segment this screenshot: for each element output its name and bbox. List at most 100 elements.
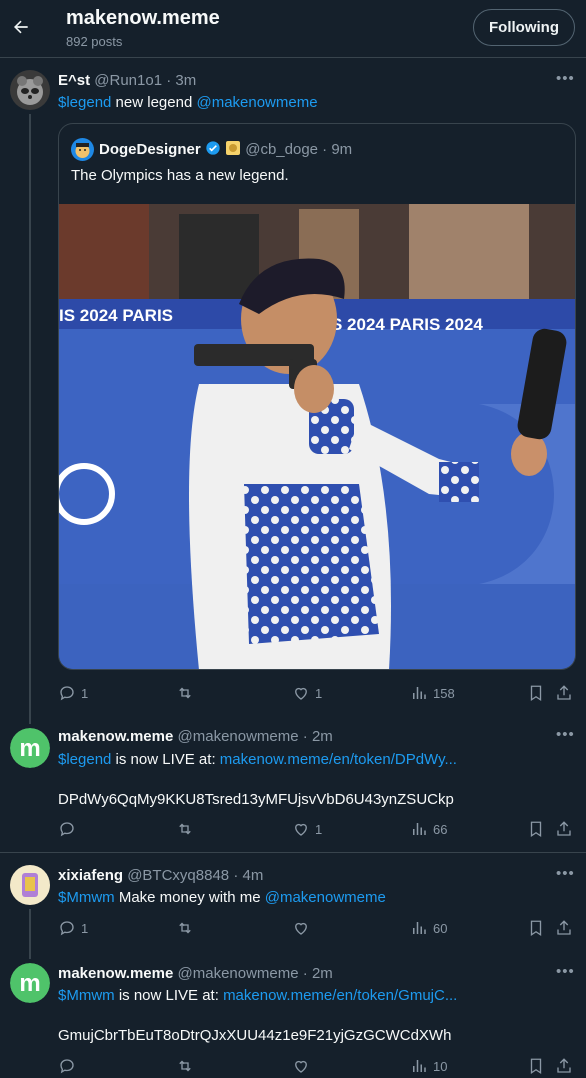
banner-text: IS 2024 PARIS — [59, 306, 173, 325]
like-count: 1 — [315, 821, 323, 837]
quoted-tweet-image[interactable]: IS 2024 PARIS RIS 2024 PARIS 2024 — [59, 204, 575, 669]
view-count: 10 — [433, 1058, 448, 1074]
avatar[interactable] — [10, 865, 50, 905]
avatar[interactable] — [71, 138, 94, 161]
reply-button[interactable]: 1 — [58, 684, 88, 702]
tweet[interactable]: m makenow.meme @makenowmeme · 2m ••• $Mm… — [0, 955, 586, 1078]
view-count: 66 — [433, 821, 448, 837]
mention-link[interactable]: @makenowmeme — [265, 889, 386, 906]
reply-button[interactable] — [58, 820, 76, 838]
thread-line — [29, 909, 31, 959]
cashtag-link[interactable]: $legend — [58, 94, 111, 111]
tweet-header: makenow.meme @makenowmeme · 2m — [58, 965, 333, 982]
views-icon — [413, 687, 426, 699]
tweet[interactable]: xixiafeng @BTCxyq8848 · 4m ••• $Mmwm Mak… — [0, 853, 586, 959]
like-button[interactable] — [292, 1057, 310, 1075]
avatar[interactable]: m — [10, 728, 50, 768]
like-button[interactable]: 1 — [292, 684, 322, 702]
views-button[interactable]: 158 — [410, 684, 455, 702]
repost-button[interactable] — [176, 820, 194, 838]
reply-icon — [60, 921, 74, 936]
bookmark-button[interactable] — [527, 1057, 545, 1075]
more-options-button[interactable]: ••• — [556, 726, 575, 743]
quoted-tweet[interactable]: DogeDesigner @cb_doge · 9m The Olympics … — [58, 123, 576, 670]
bookmark-button[interactable] — [527, 684, 545, 702]
share-button[interactable] — [555, 919, 573, 937]
timestamp[interactable]: · 9m — [322, 141, 352, 158]
tweet-text: $Mmwm Make money with me @makenowmeme — [58, 889, 386, 906]
handle[interactable]: @Run1o1 — [94, 72, 162, 89]
share-button[interactable] — [555, 820, 573, 838]
handle[interactable]: @BTCxyq8848 — [127, 867, 229, 884]
banner-text: RIS 2024 PARIS 2024 — [314, 315, 483, 334]
tweet-text-body: Make money with me — [114, 889, 265, 906]
cashtag-link[interactable]: $Mmwm — [58, 889, 115, 906]
like-count: 1 — [315, 685, 323, 701]
repost-icon — [179, 687, 191, 699]
reply-count: 1 — [81, 920, 89, 936]
views-button[interactable]: 10 — [410, 1057, 447, 1075]
avatar[interactable] — [10, 70, 50, 110]
handle[interactable]: @makenowmeme — [178, 728, 299, 745]
more-options-button[interactable]: ••• — [556, 70, 575, 87]
tweet-header: E^st @Run1o1 · 3m — [58, 72, 196, 89]
token-address: GmujCbrTbEuT8oDtrQJxXUU44z1e9F21yjGzGCWC… — [58, 1027, 452, 1044]
tweet-header: makenow.meme @makenowmeme · 2m — [58, 728, 333, 745]
top-bar: makenow.meme 892 posts Following — [0, 0, 586, 58]
display-name[interactable]: makenow.meme — [58, 728, 173, 745]
tweet[interactable]: m makenow.meme @makenowmeme · 2m ••• $le… — [0, 718, 586, 853]
reply-button[interactable] — [58, 1057, 76, 1075]
handle[interactable]: @cb_doge — [245, 141, 318, 158]
view-count: 60 — [433, 920, 448, 936]
olympic-shooter-photo: IS 2024 PARIS RIS 2024 PARIS 2024 — [59, 204, 575, 669]
tweet-text: $legend new legend @makenowmeme — [58, 94, 318, 111]
reply-button[interactable]: 1 — [58, 919, 88, 937]
cashtag-link[interactable]: $legend — [58, 751, 111, 768]
bookmark-button[interactable] — [527, 919, 545, 937]
logo-letter: m — [19, 735, 40, 762]
bookmark-icon — [530, 920, 542, 937]
more-options-button[interactable]: ••• — [556, 865, 575, 882]
views-button[interactable]: 66 — [410, 820, 447, 838]
like-button[interactable] — [292, 919, 310, 937]
reply-icon — [60, 686, 74, 701]
timestamp[interactable]: · 4m — [233, 867, 263, 884]
bookmark-icon — [530, 821, 542, 838]
tweet-text: $legend is now LIVE at: makenow.meme/en/… — [58, 751, 457, 768]
tweet-actions: 1 66 — [58, 820, 578, 840]
xixiafeng-avatar-image — [10, 865, 50, 905]
share-button[interactable] — [555, 1057, 573, 1075]
token-url-link[interactable]: makenow.meme/en/token/DPdWy... — [220, 751, 457, 768]
display-name[interactable]: DogeDesigner — [99, 141, 201, 158]
views-icon — [413, 823, 426, 835]
more-options-button[interactable]: ••• — [556, 963, 575, 980]
like-button[interactable]: 1 — [292, 820, 322, 838]
share-button[interactable] — [555, 684, 573, 702]
repost-button[interactable] — [176, 1057, 194, 1075]
repost-button[interactable] — [176, 684, 194, 702]
share-icon — [557, 920, 571, 935]
back-button[interactable] — [8, 10, 34, 44]
more-horizontal-icon: ••• — [556, 726, 575, 743]
more-horizontal-icon: ••• — [556, 963, 575, 980]
repost-button[interactable] — [176, 919, 194, 937]
display-name[interactable]: E^st — [58, 72, 90, 89]
avatar[interactable]: m — [10, 963, 50, 1003]
handle[interactable]: @makenowmeme — [178, 965, 299, 982]
timestamp[interactable]: · 2m — [303, 965, 333, 982]
tweet[interactable]: E^st @Run1o1 · 3m ••• $legend new legend… — [0, 58, 586, 724]
mention-link[interactable]: @makenowmeme — [196, 94, 317, 111]
display-name[interactable]: makenow.meme — [58, 965, 173, 982]
heart-icon — [295, 687, 307, 700]
token-url-link[interactable]: makenow.meme/en/token/GmujC... — [223, 987, 457, 1004]
timestamp[interactable]: · 3m — [166, 72, 196, 89]
makenow-logo: m — [10, 963, 50, 1003]
cashtag-link[interactable]: $Mmwm — [58, 987, 115, 1004]
following-button[interactable]: Following — [473, 9, 575, 46]
views-button[interactable]: 60 — [410, 919, 447, 937]
tweet-text-body: new legend — [111, 94, 197, 111]
timestamp[interactable]: · 2m — [303, 728, 333, 745]
display-name[interactable]: xixiafeng — [58, 867, 123, 884]
bookmark-button[interactable] — [527, 820, 545, 838]
reply-count: 1 — [81, 685, 89, 701]
